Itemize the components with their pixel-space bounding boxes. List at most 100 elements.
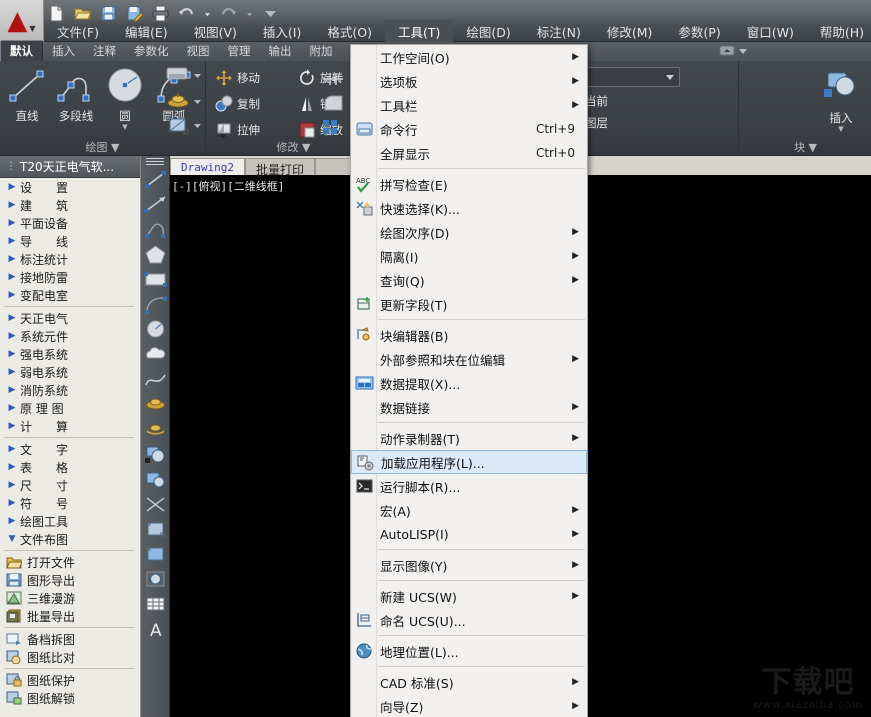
palette-node[interactable]: ▶ 标注统计 <box>0 250 140 268</box>
customize-qat-icon[interactable] <box>262 5 279 22</box>
ribbon-button-circle[interactable]: 圆 ▼ <box>102 65 148 131</box>
viewport-label[interactable]: [-][俯视][二维线框] <box>172 178 284 194</box>
chevron-right-icon[interactable]: ▶ <box>4 498 20 508</box>
palette-node[interactable]: ▶ 符 号 <box>0 494 140 512</box>
chevron-right-icon[interactable]: ▶ <box>4 290 20 300</box>
chevron-down-icon[interactable] <box>193 95 202 109</box>
chevron-right-icon[interactable]: ▶ <box>4 462 20 472</box>
chevron-right-icon[interactable]: ▶ <box>4 218 20 228</box>
chevron-right-icon[interactable]: ▶ <box>572 402 579 412</box>
chevron-right-icon[interactable]: ▶ <box>4 367 20 377</box>
undo-icon[interactable] <box>178 5 195 22</box>
new-icon[interactable] <box>48 5 65 22</box>
ribbon-button-line[interactable]: 直线 <box>4 65 50 124</box>
open-icon[interactable] <box>74 5 92 22</box>
menu-7[interactable]: 标注(N) <box>524 20 594 44</box>
print-icon[interactable] <box>152 5 169 22</box>
undo-dropdown-icon[interactable] <box>204 5 211 22</box>
chevron-right-icon[interactable]: ▶ <box>4 254 20 264</box>
ribbon-button-hatch[interactable] <box>165 65 191 86</box>
chevron-right-icon[interactable]: ▶ <box>572 52 579 62</box>
ribbon-tab-5[interactable]: 管理 <box>219 41 260 61</box>
menu-item[interactable]: 数据链接 ▶ <box>351 395 587 419</box>
palette-node[interactable]: ▶ 接地防雷 <box>0 268 140 286</box>
array-icon[interactable] <box>322 119 344 138</box>
chevron-right-icon[interactable]: ▶ <box>4 200 20 210</box>
menu-item[interactable]: 数据提取(X)... <box>351 371 587 395</box>
chevron-right-icon[interactable]: ▶ <box>4 385 20 395</box>
palette-node[interactable]: ▶ 弱电系统 <box>0 363 140 381</box>
ribbon-button-region[interactable] <box>166 115 190 138</box>
chevron-down-icon[interactable] <box>665 70 675 84</box>
menu-item[interactable]: 查询(Q) ▶ <box>351 268 587 292</box>
menu-item[interactable]: 隔离(I) ▶ <box>351 244 587 268</box>
menu-8[interactable]: 修改(M) <box>594 20 666 44</box>
tool-spline-icon[interactable] <box>141 367 170 392</box>
menu-item[interactable]: 加载应用程序(L)... <box>351 450 587 474</box>
chevron-right-icon[interactable]: ▶ <box>4 516 20 526</box>
chevron-right-icon[interactable]: ▶ <box>4 444 20 454</box>
ribbon-button-copy[interactable]: 复制 <box>215 95 260 113</box>
chevron-right-icon[interactable]: ▶ <box>572 505 579 515</box>
menu-item[interactable]: 宏(A) ▶ <box>351 498 587 522</box>
palette-node[interactable]: ▶ 表 格 <box>0 458 140 476</box>
menu-item[interactable]: 动作录制器(T) ▶ <box>351 426 587 450</box>
palette-node[interactable]: ▶ 系统元件 <box>0 327 140 345</box>
redo-icon[interactable] <box>220 5 237 22</box>
chevron-right-icon[interactable]: ▶ <box>4 349 20 359</box>
menu-item[interactable]: 运行脚本(R)... <box>351 474 587 498</box>
chevron-right-icon[interactable]: ▶ <box>572 227 579 237</box>
chevron-down-icon[interactable]: ▼ <box>4 534 20 544</box>
chevron-right-icon[interactable]: ▶ <box>572 701 579 711</box>
menu-item[interactable]: ABC 拼写检查(E) <box>351 172 587 196</box>
palette-node[interactable]: ▶ 导 线 <box>0 232 140 250</box>
palette-command[interactable]: 三维漫游 <box>0 589 140 607</box>
chevron-right-icon[interactable]: ▶ <box>572 275 579 285</box>
tool-point-icon[interactable] <box>141 492 170 517</box>
tool-arc-icon[interactable] <box>141 292 170 317</box>
menu-item[interactable]: 命令行 Ctrl+9 <box>351 117 587 141</box>
chevron-right-icon[interactable]: ▶ <box>4 480 20 490</box>
chevron-right-icon[interactable]: ▶ <box>572 76 579 86</box>
tool-line-icon[interactable] <box>141 167 170 192</box>
tool-ellipse-arc-icon[interactable] <box>141 417 170 442</box>
palette-node[interactable]: ▶ 强电系统 <box>0 345 140 363</box>
menu-item[interactable]: 选项板 ▶ <box>351 69 587 93</box>
ribbon-minimize-control[interactable] <box>718 43 754 59</box>
palette-node[interactable]: ▼ 文件布图 <box>0 530 140 548</box>
tool-ray-icon[interactable] <box>141 192 170 217</box>
palette-node[interactable]: ▶ 原 理 图 <box>0 399 140 417</box>
chevron-down-icon[interactable] <box>193 69 202 83</box>
ribbon-tab-4[interactable]: 视图 <box>178 41 219 61</box>
ribbon-tab-0[interactable]: 默认 <box>0 40 43 61</box>
tool-mtext-icon[interactable]: A <box>141 617 170 642</box>
tool-hatch-icon[interactable] <box>141 517 170 542</box>
palette-node[interactable]: ▶ 建 筑 <box>0 196 140 214</box>
chevron-right-icon[interactable]: ▶ <box>572 591 579 601</box>
document-tab[interactable]: 批量打印 <box>244 158 315 177</box>
chevron-down-icon[interactable]: ▼ <box>302 141 310 154</box>
chevron-right-icon[interactable]: ▶ <box>4 272 20 282</box>
ribbon-tab-7[interactable]: 附加 <box>301 41 342 61</box>
menu-item[interactable]: 更新字段(T) <box>351 292 587 316</box>
menu-9[interactable]: 参数(P) <box>665 20 733 44</box>
menu-item[interactable]: 绘图次序(D) ▶ <box>351 220 587 244</box>
menu-item[interactable]: 地理位置(L)... <box>351 639 587 663</box>
menu-item[interactable]: 命名 UCS(U)... <box>351 608 587 632</box>
ribbon-tab-6[interactable]: 输出 <box>260 41 301 61</box>
application-menu-button[interactable]: ▲ ▼ <box>0 0 44 42</box>
menu-10[interactable]: 窗口(W) <box>734 20 807 44</box>
document-tab-new[interactable] <box>315 158 355 175</box>
toolbar-grip[interactable] <box>146 158 164 165</box>
menu-item[interactable]: CAD 标准(S) ▶ <box>351 670 587 694</box>
menu-item[interactable]: 显示图像(Y) ▶ <box>351 553 587 577</box>
palette-command[interactable]: 图形导出 <box>0 571 140 589</box>
tool-ellipse-icon[interactable] <box>141 392 170 417</box>
menu-11[interactable]: 帮助(H) <box>807 20 871 44</box>
palette-node[interactable]: ▶ 变配电室 <box>0 286 140 304</box>
menu-item[interactable]: 工具栏 ▶ <box>351 93 587 117</box>
menu-item[interactable]: 新建 UCS(W) ▶ <box>351 584 587 608</box>
menu-item[interactable]: 快速选择(K)... <box>351 196 587 220</box>
chevron-down-icon[interactable]: ▼ <box>809 141 817 154</box>
chevron-right-icon[interactable]: ▶ <box>572 251 579 261</box>
